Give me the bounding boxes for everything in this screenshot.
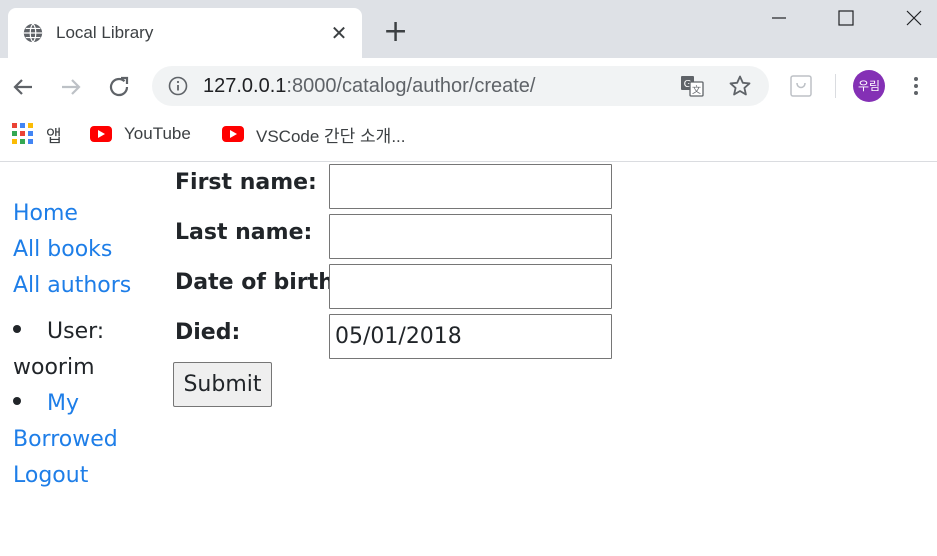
forward-arrow-icon[interactable] <box>56 72 86 102</box>
first-name-input[interactable] <box>329 164 612 209</box>
youtube-icon <box>222 126 244 142</box>
back-arrow-icon[interactable] <box>8 72 38 102</box>
url-host: 127.0.0.1 <box>203 75 287 97</box>
tab-title: Local Library <box>56 23 154 42</box>
profile-avatar[interactable]: 우림 <box>853 70 885 102</box>
translate-icon[interactable]: G 文 <box>680 75 704 97</box>
bookmark-star-icon[interactable] <box>728 74 752 98</box>
my-borrowed-link-borrowed[interactable]: Borrowed <box>13 427 118 452</box>
sidebar-link-all-authors[interactable]: All authors <box>13 268 163 304</box>
globe-icon <box>23 23 43 43</box>
bookmark-vscode[interactable]: VSCode 간단 소개... <box>222 123 406 146</box>
window-maximize-icon[interactable] <box>831 4 861 32</box>
user-prefix: User: <box>47 319 105 344</box>
bullet-icon <box>13 325 21 333</box>
bullet-icon <box>13 397 21 405</box>
last-name-input[interactable] <box>329 214 612 259</box>
address-bar[interactable]: 127.0.0.1:8000/catalog/author/create/ G … <box>152 66 769 106</box>
bookmark-apps[interactable]: 앱 <box>12 123 62 146</box>
died-input[interactable] <box>329 314 612 359</box>
window-minimize-icon[interactable] <box>764 4 794 32</box>
extension-icon[interactable] <box>790 75 812 97</box>
kebab-menu-icon[interactable] <box>906 74 926 98</box>
browser-tab[interactable]: Local Library ✕ <box>8 8 362 58</box>
first-name-label: First name: <box>175 170 317 195</box>
date-of-birth-input[interactable] <box>329 264 612 309</box>
page-content: Home All books All authors User: woorim … <box>0 162 937 556</box>
died-label: Died: <box>175 320 241 345</box>
bookmark-label: YouTube <box>124 124 191 143</box>
logout-link[interactable]: Logout <box>13 463 88 488</box>
svg-text:文: 文 <box>692 84 701 96</box>
window-close-icon[interactable] <box>899 4 929 32</box>
last-name-label: Last name: <box>175 220 313 245</box>
sidebar-nav: Home All books All authors User: woorim … <box>13 196 163 494</box>
browser-toolbar: 127.0.0.1:8000/catalog/author/create/ G … <box>0 58 937 116</box>
user-info: User: woorim <box>13 314 163 386</box>
my-borrowed-item: My Borrowed <box>13 386 163 458</box>
submit-button[interactable]: Submit <box>173 362 272 407</box>
bookmark-label: VSCode 간단 소개... <box>256 126 406 146</box>
sidebar-link-home[interactable]: Home <box>13 196 163 232</box>
logout-item: Logout <box>13 458 163 494</box>
bookmark-youtube[interactable]: YouTube <box>90 123 191 145</box>
sidebar-link-all-books[interactable]: All books <box>13 232 163 268</box>
new-tab-icon[interactable]: + <box>383 17 408 47</box>
bookmarks-bar: 앱 YouTube VSCode 간단 소개... <box>0 116 937 162</box>
user-menu: User: woorim My Borrowed Logout <box>13 314 163 494</box>
tab-close-icon[interactable]: ✕ <box>328 22 350 44</box>
reload-icon[interactable] <box>104 72 134 102</box>
date-of-birth-label: Date of birth: <box>175 270 343 295</box>
browser-titlebar: Local Library ✕ + <box>0 0 937 58</box>
url-path: :8000/catalog/author/create/ <box>286 75 536 97</box>
bookmark-label: 앱 <box>46 126 62 146</box>
my-borrowed-link-my[interactable]: My <box>47 391 79 416</box>
apps-grid-icon <box>12 123 34 145</box>
youtube-icon <box>90 126 112 142</box>
toolbar-separator <box>835 74 836 98</box>
user-name: woorim <box>13 355 95 380</box>
url-text: 127.0.0.1:8000/catalog/author/create/ <box>203 74 535 98</box>
info-icon[interactable] <box>168 76 188 96</box>
